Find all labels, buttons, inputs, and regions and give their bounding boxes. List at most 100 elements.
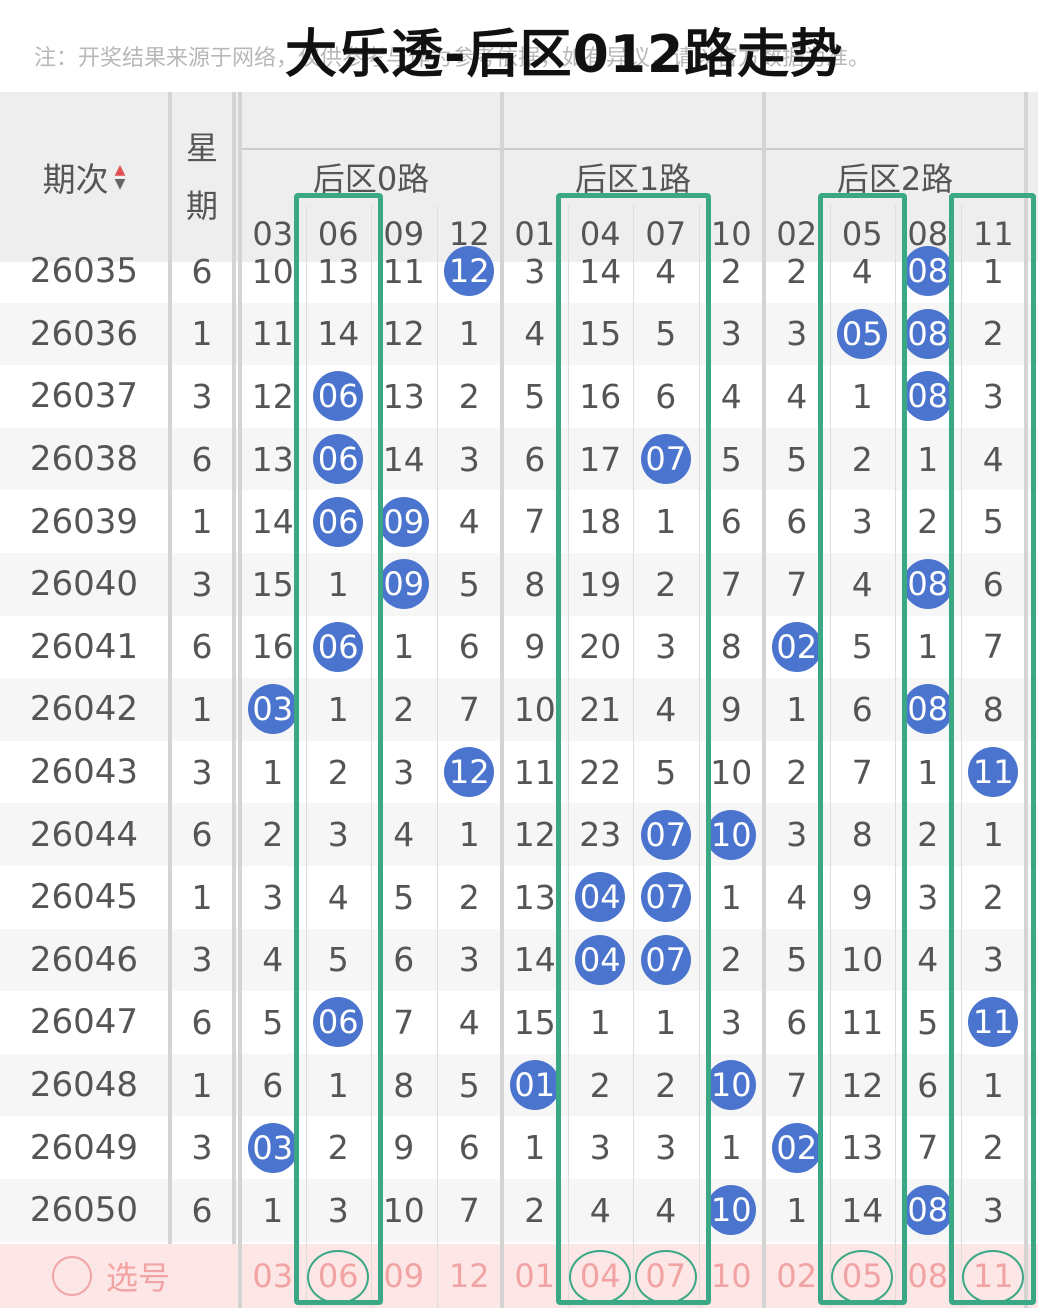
- trend-cell: 7: [393, 1002, 415, 1042]
- trend-cell: 7: [524, 502, 546, 542]
- trend-cell: 06: [306, 365, 372, 428]
- drawn-number-ball: 08: [902, 1185, 953, 1236]
- issue-number: 26040: [29, 564, 139, 605]
- issue-number: 26042: [29, 689, 139, 730]
- issue-number: 26036: [29, 313, 139, 354]
- trend-cell: 1: [786, 1190, 808, 1230]
- trend-cell: 6: [262, 1065, 284, 1105]
- selected-number-ring[interactable]: [962, 1250, 1025, 1304]
- trend-cell: 07: [633, 428, 699, 491]
- table-row: 26050 6 1 3 10 7 2 4 4 10 1 14 08 3: [0, 1179, 1038, 1242]
- table-row: 26037 3 12 06 13 2 5 16 6 4 4 1 08 3: [0, 365, 1038, 428]
- issue-column-header[interactable]: 期次 ▲ ▼: [0, 92, 168, 262]
- selected-number-ring[interactable]: [569, 1250, 632, 1304]
- select-number-option[interactable]: 03: [240, 1244, 306, 1308]
- table-row: 26041 6 16 06 1 6 9 20 3 8 02 5 1 7: [0, 616, 1038, 679]
- trend-cell: 1: [458, 815, 480, 855]
- trend-cell: 1: [720, 877, 742, 917]
- drawn-number-ball: 02: [771, 621, 822, 672]
- trend-cell: 6: [786, 502, 808, 542]
- trend-cell: 2: [393, 689, 415, 729]
- drawn-number-ball: 11: [968, 997, 1019, 1048]
- weekday-value: 1: [191, 877, 213, 917]
- weekday-value: 1: [191, 314, 213, 354]
- drawn-number-ball: 08: [902, 559, 953, 610]
- trend-cell: 4: [589, 1190, 611, 1230]
- select-number-option[interactable]: 12: [437, 1244, 503, 1308]
- trend-cell: 10: [699, 803, 765, 866]
- trend-cell: 2: [720, 251, 742, 291]
- drawn-number-ball: 04: [575, 934, 626, 985]
- sort-icon[interactable]: ▲ ▼: [115, 163, 126, 191]
- trend-cell: 10: [699, 1179, 765, 1242]
- select-number-option[interactable]: 01: [502, 1244, 568, 1308]
- trend-cell: 1: [720, 1128, 742, 1168]
- drawn-number-ball: 12: [444, 246, 495, 297]
- select-number-option[interactable]: 10: [699, 1244, 765, 1308]
- trend-cell: 5: [786, 940, 808, 980]
- issue-number: 26049: [29, 1127, 139, 1168]
- trend-cell: 13: [513, 877, 556, 917]
- trend-cell: 12: [513, 815, 556, 855]
- trend-cell: 13: [382, 376, 425, 416]
- drawn-number-ball: 02: [771, 1122, 822, 1173]
- drawn-number-ball: 09: [378, 496, 429, 547]
- select-circle-icon[interactable]: [52, 1256, 92, 1296]
- trend-cell: 06: [306, 991, 372, 1054]
- trend-cell: 8: [524, 564, 546, 604]
- issue-number: 26041: [29, 626, 139, 667]
- select-label-text: 选号: [106, 1259, 171, 1297]
- select-number-option[interactable]: 08: [895, 1244, 961, 1308]
- drawn-number-ball: 10: [706, 1060, 757, 1111]
- trend-cell: 3: [327, 815, 349, 855]
- trend-cell: 7: [720, 564, 742, 604]
- trend-cell: 1: [786, 689, 808, 729]
- trend-cell: 4: [393, 815, 415, 855]
- column-divider: [305, 206, 307, 1308]
- trend-cell: 4: [655, 251, 677, 291]
- trend-cell: 6: [458, 1128, 480, 1168]
- trend-cell: 6: [786, 1002, 808, 1042]
- trend-cell: 6: [393, 940, 415, 980]
- trend-cell: 19: [579, 564, 622, 604]
- trend-cell: 2: [786, 752, 808, 792]
- trend-cell: 1: [524, 1128, 546, 1168]
- weekday-value: 3: [191, 564, 213, 604]
- drawn-number-ball: 06: [313, 621, 364, 672]
- trend-cell: 02: [764, 616, 830, 679]
- trend-cell: 14: [841, 1190, 884, 1230]
- group-header-divider: [240, 148, 1026, 150]
- trend-cell: 1: [982, 1065, 1004, 1105]
- table-row: 26045 1 3 4 5 2 13 04 07 1 4 9 3 2: [0, 866, 1038, 929]
- trend-cell: 6: [720, 502, 742, 542]
- trend-cell: 12: [437, 741, 503, 804]
- trend-cell: 4: [327, 877, 349, 917]
- trend-cell: 7: [458, 1190, 480, 1230]
- trend-cell: 3: [917, 877, 939, 917]
- trend-cell: 5: [982, 502, 1004, 542]
- trend-cell: 5: [655, 314, 677, 354]
- trend-cell: 08: [895, 365, 961, 428]
- trend-cell: 08: [895, 553, 961, 616]
- selected-number-ring[interactable]: [634, 1250, 697, 1304]
- trend-cell: 2: [917, 502, 939, 542]
- trend-cell: 11: [251, 314, 294, 354]
- issue-header-label: 期次: [42, 160, 109, 199]
- drawn-number-ball: 06: [313, 997, 364, 1048]
- drawn-number-ball: 08: [902, 246, 953, 297]
- trend-cell: 3: [982, 376, 1004, 416]
- trend-cell: 5: [917, 1002, 939, 1042]
- drawn-number-ball: 05: [837, 308, 888, 359]
- selected-number-ring[interactable]: [831, 1250, 894, 1304]
- trend-cell: 05: [830, 303, 896, 366]
- selected-number-ring[interactable]: [307, 1250, 370, 1304]
- trend-cell: 6: [982, 564, 1004, 604]
- select-number-option[interactable]: 09: [371, 1244, 437, 1308]
- trend-cell: 4: [917, 940, 939, 980]
- issue-number: 26039: [29, 501, 139, 542]
- trend-cell: 3: [786, 815, 808, 855]
- select-number-option[interactable]: 02: [764, 1244, 830, 1308]
- select-number-label[interactable]: 选号: [52, 1244, 170, 1308]
- trend-cell: 08: [895, 240, 961, 303]
- trend-cell: 12: [251, 376, 294, 416]
